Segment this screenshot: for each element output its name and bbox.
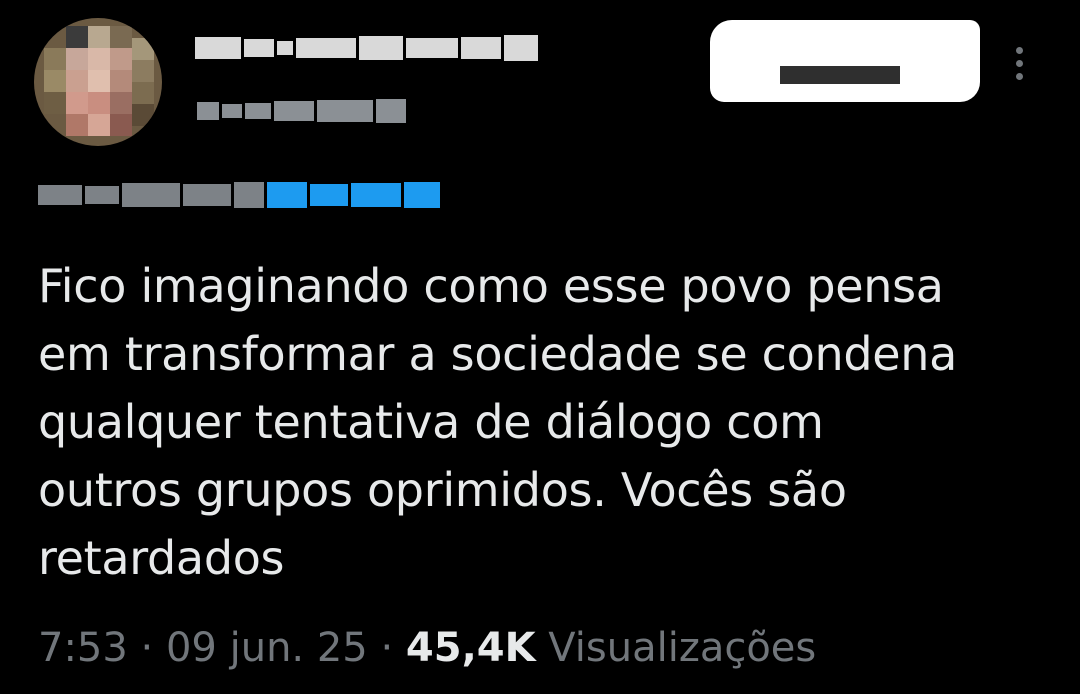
reply-mention-link[interactable] [267, 182, 307, 208]
meta-separator: · [367, 625, 406, 671]
avatar[interactable] [34, 18, 162, 146]
replying-to [38, 178, 440, 212]
tweet-meta: 7:53 · 09 jun. 25 · 45,4K Visualizações [38, 620, 816, 676]
user-handle[interactable] [197, 98, 406, 124]
display-name[interactable] [195, 33, 538, 63]
tweet-time[interactable]: 7:53 [38, 625, 128, 671]
more-vertical-icon[interactable] [1012, 47, 1026, 87]
tweet-text: Fico imaginando como esse povo pensa em … [38, 259, 957, 585]
meta-separator: · [127, 625, 166, 671]
views-count[interactable]: 45,4K [406, 625, 536, 671]
tweet-date[interactable]: 09 jun. 25 [166, 625, 368, 671]
views-label[interactable]: Visualizações [536, 625, 816, 671]
follow-button[interactable] [710, 20, 980, 102]
